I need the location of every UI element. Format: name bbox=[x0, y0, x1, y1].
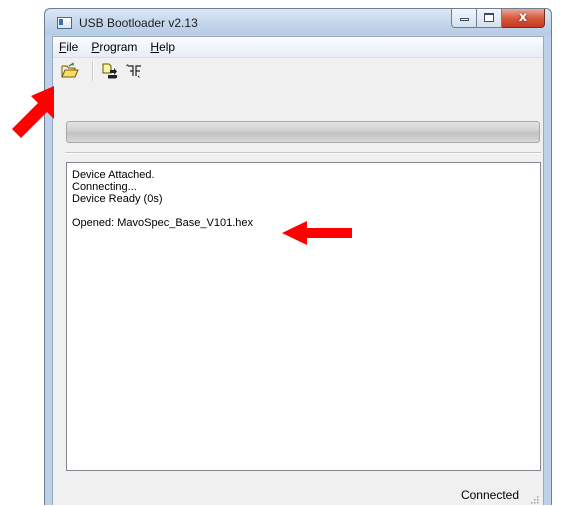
reset-device-button[interactable] bbox=[125, 62, 145, 80]
progress-bar bbox=[66, 121, 540, 143]
log-output[interactable]: Device Attached. Connecting... Device Read… bbox=[66, 162, 541, 471]
menu-file-label: ile bbox=[66, 40, 79, 54]
menu-bar: File Program Help bbox=[53, 37, 543, 58]
resize-grip-icon[interactable] bbox=[529, 494, 539, 504]
annotation-arrow-left-shape bbox=[12, 86, 54, 138]
reset-device-icon bbox=[126, 64, 141, 78]
status-bar: Connected bbox=[53, 484, 543, 506]
menu-help-accel: H bbox=[150, 40, 160, 54]
log-line: Device Ready (0s) bbox=[72, 193, 163, 205]
close-button[interactable]: x bbox=[502, 9, 545, 28]
connection-status: Connected bbox=[460, 488, 519, 502]
window-title: USB Bootloader v2.13 bbox=[79, 16, 198, 30]
maximize-button[interactable] bbox=[477, 9, 502, 28]
toolbar-separator bbox=[92, 61, 94, 81]
close-icon: x bbox=[518, 10, 528, 25]
menu-program-label: rogram bbox=[99, 40, 138, 54]
annotation-arrow-icon bbox=[12, 86, 54, 138]
write-device-icon bbox=[102, 63, 117, 79]
open-hex-button[interactable] bbox=[60, 62, 80, 80]
maximize-icon bbox=[484, 13, 494, 22]
app-window: USB Bootloader v2.13 x File Program Help bbox=[44, 8, 552, 505]
client-area: File Program Help Device Attached. Conne… bbox=[52, 36, 544, 505]
log-line: Device Attached. bbox=[72, 169, 155, 181]
menu-help-label: elp bbox=[159, 40, 176, 54]
caption-buttons: x bbox=[451, 9, 545, 28]
menu-file[interactable]: File bbox=[53, 37, 85, 57]
annotation-arrow-right-shape bbox=[282, 221, 352, 245]
toolbar bbox=[53, 58, 543, 84]
divider bbox=[65, 152, 541, 154]
minimize-icon bbox=[460, 18, 469, 21]
menu-help[interactable]: Help bbox=[144, 37, 182, 57]
app-icon[interactable] bbox=[57, 17, 72, 29]
menu-program[interactable]: Program bbox=[85, 37, 144, 57]
open-folder-icon bbox=[61, 62, 79, 78]
title-bar[interactable]: USB Bootloader v2.13 x bbox=[45, 9, 551, 35]
annotation-arrow-icon bbox=[282, 221, 352, 245]
log-line: Connecting... bbox=[72, 181, 137, 193]
minimize-button[interactable] bbox=[451, 9, 477, 28]
write-device-button[interactable] bbox=[100, 62, 120, 80]
